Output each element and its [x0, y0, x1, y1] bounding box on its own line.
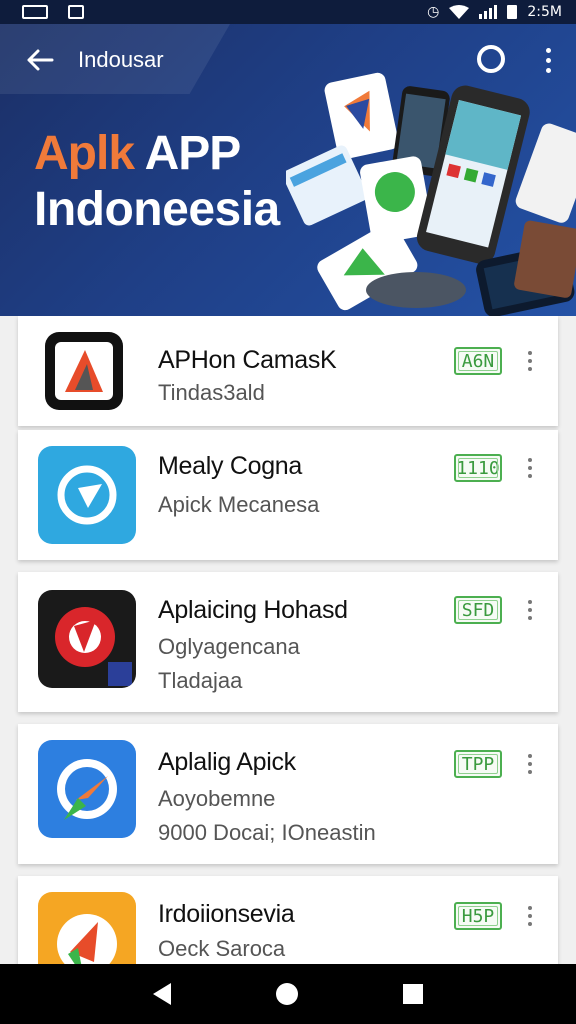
phones-illustration — [286, 72, 576, 316]
banner-subheadline: Indoneesia — [34, 183, 280, 236]
banner-headline: Aplk APP — [34, 127, 241, 180]
app-menu-button[interactable] — [522, 347, 538, 375]
alarm-icon: ◷ — [427, 4, 440, 20]
arrow-left-icon — [27, 49, 54, 71]
nav-back-button[interactable] — [152, 983, 171, 1005]
nav-recents-button[interactable] — [403, 984, 424, 1004]
list-item[interactable]: Mealy Cogna Apick Mecanesa 1110 — [18, 430, 558, 560]
back-button[interactable] — [22, 42, 58, 78]
app-badge: H5P — [454, 902, 502, 930]
app-name: Aplaicing Hohasd — [158, 596, 348, 624]
list-item[interactable]: Aplaicing Hohasd Oglyagencana Tladajaa S… — [18, 572, 558, 712]
app-subtitle: Oglyagencana — [158, 634, 300, 659]
signal-icon — [479, 5, 498, 19]
app-menu-button[interactable] — [522, 454, 538, 482]
app-icon-4 — [38, 892, 136, 964]
app-menu-button[interactable] — [522, 750, 538, 778]
app-subtitle: Apick Mecanesa — [158, 492, 320, 517]
app-subtitle: Tindas3ald — [158, 380, 265, 405]
app-icon-2 — [38, 590, 136, 688]
app-name: Mealy Cogna — [158, 452, 303, 480]
app-badge: A6N — [454, 347, 502, 375]
system-nav-bar — [0, 964, 576, 1024]
notification-icon — [22, 5, 48, 19]
app-subtitle: Aoyobemne — [158, 786, 276, 811]
list-item[interactable]: Aplalig Apick Aoyobemne 9000 Docai; IOne… — [18, 724, 558, 864]
app-badge: TPP — [454, 750, 502, 778]
app-name: Aplalig Apick — [158, 748, 296, 776]
app-list: APHon CamasK Tindas3ald A6N Mealy Cogna … — [0, 316, 576, 964]
app-icon-3 — [38, 740, 136, 838]
app-menu-button[interactable] — [522, 902, 538, 930]
app-subtitle-2: 9000 Docai; IOneastin — [158, 820, 376, 845]
nav-home-button[interactable] — [275, 983, 298, 1005]
app-badge: 1110 — [454, 454, 502, 482]
app-name: APHon CamasK — [158, 346, 337, 374]
app-icon-0 — [45, 332, 123, 410]
status-bar: ◷ 2:5M — [0, 0, 576, 24]
app-bar-title: Indousar — [78, 47, 164, 72]
battery-icon — [507, 5, 518, 19]
download-icon — [68, 5, 84, 19]
app-subtitle: Oeck Saroca — [158, 936, 286, 961]
app-icon-1 — [38, 446, 136, 544]
status-time: 2:5M — [527, 4, 562, 20]
app-badge: SFD — [454, 596, 502, 624]
list-item[interactable]: APHon CamasK Tindas3ald A6N — [18, 316, 558, 426]
list-item[interactable]: Irdoiionsevia Oeck Saroca H5P — [18, 876, 558, 964]
app-menu-button[interactable] — [522, 596, 538, 624]
app-subtitle-2: Tladajaa — [158, 668, 243, 693]
app-name: Irdoiionsevia — [158, 900, 295, 928]
hero-banner: Indousar Aplk APP Indoneesia — [0, 24, 576, 316]
wifi-icon — [449, 5, 470, 19]
